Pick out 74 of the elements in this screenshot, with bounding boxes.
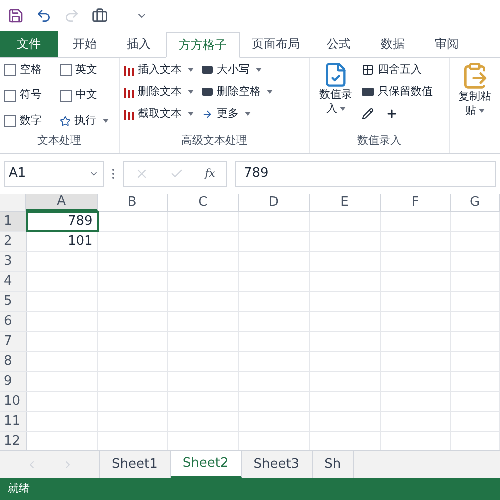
row-header[interactable]: 12: [0, 432, 27, 450]
briefcase-icon[interactable]: [92, 8, 108, 24]
column-header[interactable]: G: [451, 194, 500, 211]
column-header[interactable]: E: [310, 194, 381, 211]
column-header[interactable]: C: [168, 194, 240, 211]
round-button[interactable]: 四舍五入: [362, 62, 433, 78]
ribbon-command[interactable]: 插入文本: [124, 62, 194, 78]
text-bars-icon: [124, 64, 134, 76]
checkbox-option[interactable]: 英文: [60, 62, 115, 78]
ribbon-tab[interactable]: 开始: [58, 31, 112, 57]
column-header[interactable]: F: [380, 194, 452, 211]
ribbon-command[interactable]: 删除空格: [202, 84, 273, 100]
arrow-right-icon: [202, 108, 213, 120]
ribbon-tab[interactable]: 审阅: [420, 31, 474, 57]
undo-icon[interactable]: [36, 8, 52, 24]
ribbon-command[interactable]: 截取文本: [124, 106, 194, 122]
row-header[interactable]: 2: [0, 232, 27, 251]
ribbon-command[interactable]: 删除文本: [124, 84, 194, 100]
group-title: 文本处理: [36, 132, 82, 148]
function-icon[interactable]: fx: [205, 166, 216, 182]
checkbox-option[interactable]: 中文: [60, 88, 115, 104]
table-cell-text: 101: [68, 233, 93, 251]
status-text: 就绪: [8, 480, 30, 497]
column-header[interactable]: A: [26, 194, 98, 211]
checkbox-option[interactable]: 符号: [4, 88, 60, 104]
group-title: 高级文本处理: [180, 132, 248, 148]
name-box[interactable]: A1: [4, 161, 104, 187]
formula-field[interactable]: 789: [235, 161, 496, 187]
paste-button[interactable]: 复制粘 贴: [450, 58, 500, 118]
save-icon[interactable]: [8, 8, 24, 24]
caret-icon: [478, 108, 484, 113]
checkbox-option[interactable]: 数字: [4, 113, 60, 129]
grip-icon: [112, 168, 115, 180]
row-header[interactable]: 9: [0, 372, 27, 391]
row-header[interactable]: 10: [0, 392, 27, 411]
table-cell-text: 789: [68, 213, 93, 231]
row-header[interactable]: 5: [0, 292, 27, 311]
caret-icon: [340, 106, 346, 111]
row-header[interactable]: 7: [0, 332, 27, 351]
caret-icon: [188, 112, 194, 116]
row-header[interactable]: 6: [0, 312, 27, 331]
caret-icon: [188, 68, 194, 72]
caret-icon: [102, 119, 108, 123]
keep-values-button[interactable]: 只保留数值: [362, 84, 433, 100]
ribbon-tab[interactable]: 数据: [366, 31, 420, 57]
run-button[interactable]: 执行: [60, 113, 115, 129]
row-header[interactable]: 3: [0, 252, 27, 271]
ribbon-tab[interactable]: 文件: [0, 31, 58, 57]
ribbon-tab[interactable]: 方方格子: [166, 32, 240, 58]
grid-icon: [362, 64, 374, 76]
ribbon-tab[interactable]: 页面布局: [240, 31, 312, 57]
edit-icon[interactable]: [362, 108, 374, 120]
plus-icon[interactable]: [386, 108, 398, 120]
column-header[interactable]: D: [239, 194, 310, 211]
caret-icon: [188, 90, 194, 94]
number-entry-button[interactable]: 数值录 入: [314, 62, 358, 132]
row-header[interactable]: 8: [0, 352, 27, 371]
text-bars-icon: [124, 108, 134, 120]
ribbon-command[interactable]: 更多: [202, 106, 273, 122]
text-bars-icon: [124, 86, 134, 98]
sheet-tab[interactable]: Sheet2: [170, 451, 242, 478]
ribbon-tab[interactable]: 公式: [312, 31, 366, 57]
group-title: 数值录入: [356, 132, 402, 148]
caret-icon: [256, 68, 262, 72]
row-header[interactable]: 11: [0, 412, 27, 431]
caret-icon: [245, 112, 251, 116]
ribbon-command[interactable]: 大小写: [202, 62, 273, 78]
checkbox-option[interactable]: 空格: [4, 62, 60, 78]
ribbon-tab[interactable]: 插入: [112, 31, 166, 57]
star-icon: [60, 116, 70, 126]
row-header[interactable]: 1: [0, 212, 27, 231]
caret-icon: [267, 90, 273, 94]
column-header[interactable]: B: [98, 194, 168, 211]
row-header[interactable]: 4: [0, 272, 27, 291]
